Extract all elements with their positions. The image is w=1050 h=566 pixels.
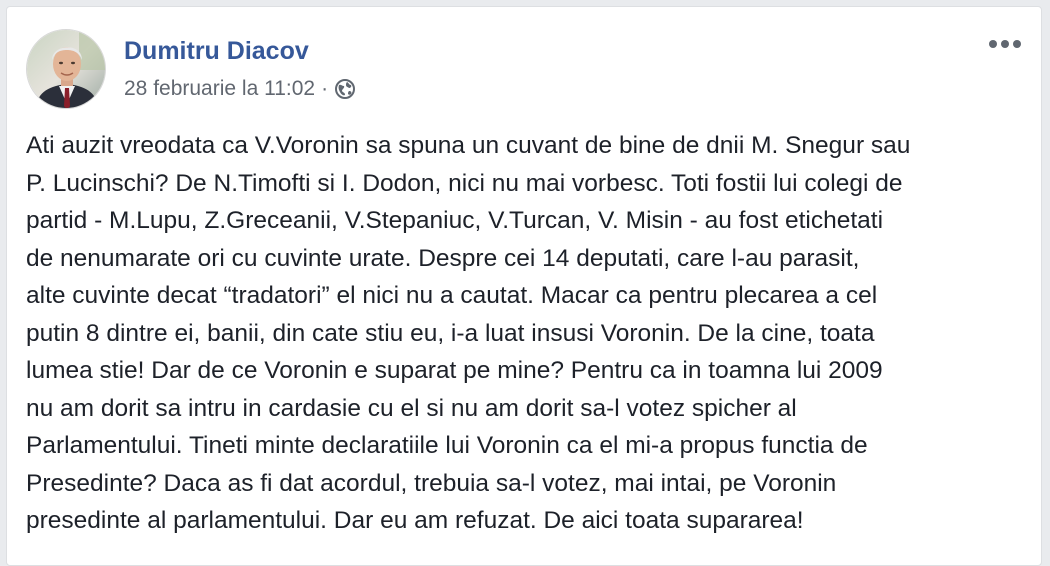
- author-avatar[interactable]: [26, 29, 106, 109]
- more-options-button[interactable]: [983, 29, 1027, 59]
- more-options-icon: [989, 40, 1021, 48]
- globe-icon[interactable]: [334, 78, 356, 100]
- post-card: Dumitru Diacov 28 februarie la 11:02 · A…: [6, 6, 1042, 566]
- post-text-line: alte cuvinte decat “tradatori” el nici n…: [26, 282, 878, 309]
- post-text-line: Parlamentului. Tineti minte declaratiile…: [26, 432, 868, 459]
- post-body-text: Ati auzit vreodata ca V.Voronin sa spuna…: [26, 127, 1026, 540]
- post-text-line: Ati auzit vreodata ca V.Voronin sa spuna…: [26, 132, 911, 159]
- post-text-line: lumea stie! Dar de ce Voronin e suparat …: [26, 357, 883, 384]
- post-text-line: de nenumarate ori cu cuvinte urate. Desp…: [26, 244, 860, 272]
- post-timestamp[interactable]: 28 februarie la 11:02: [124, 77, 315, 101]
- post-text-line: P. Lucinschi? De N.Timofti si I. Dodon, …: [26, 169, 903, 197]
- post-text-line: Presedinte? Daca as fi dat acordul, treb…: [26, 469, 837, 497]
- post-text-line: nu am dorit sa intru in cardasie cu el s…: [26, 394, 797, 422]
- post-meta: 28 februarie la 11:02 ·: [124, 77, 356, 101]
- post-text-line: partid - M.Lupu, Z.Greceanii, V.Stepaniu…: [26, 207, 884, 234]
- post-text-line: presedinte al parlamentului. Dar eu am r…: [26, 507, 804, 534]
- post-text-line: putin 8 dintre ei, banii, din cate stiu …: [26, 319, 875, 347]
- author-name-link[interactable]: Dumitru Diacov: [124, 37, 309, 66]
- meta-separator: ·: [321, 77, 329, 100]
